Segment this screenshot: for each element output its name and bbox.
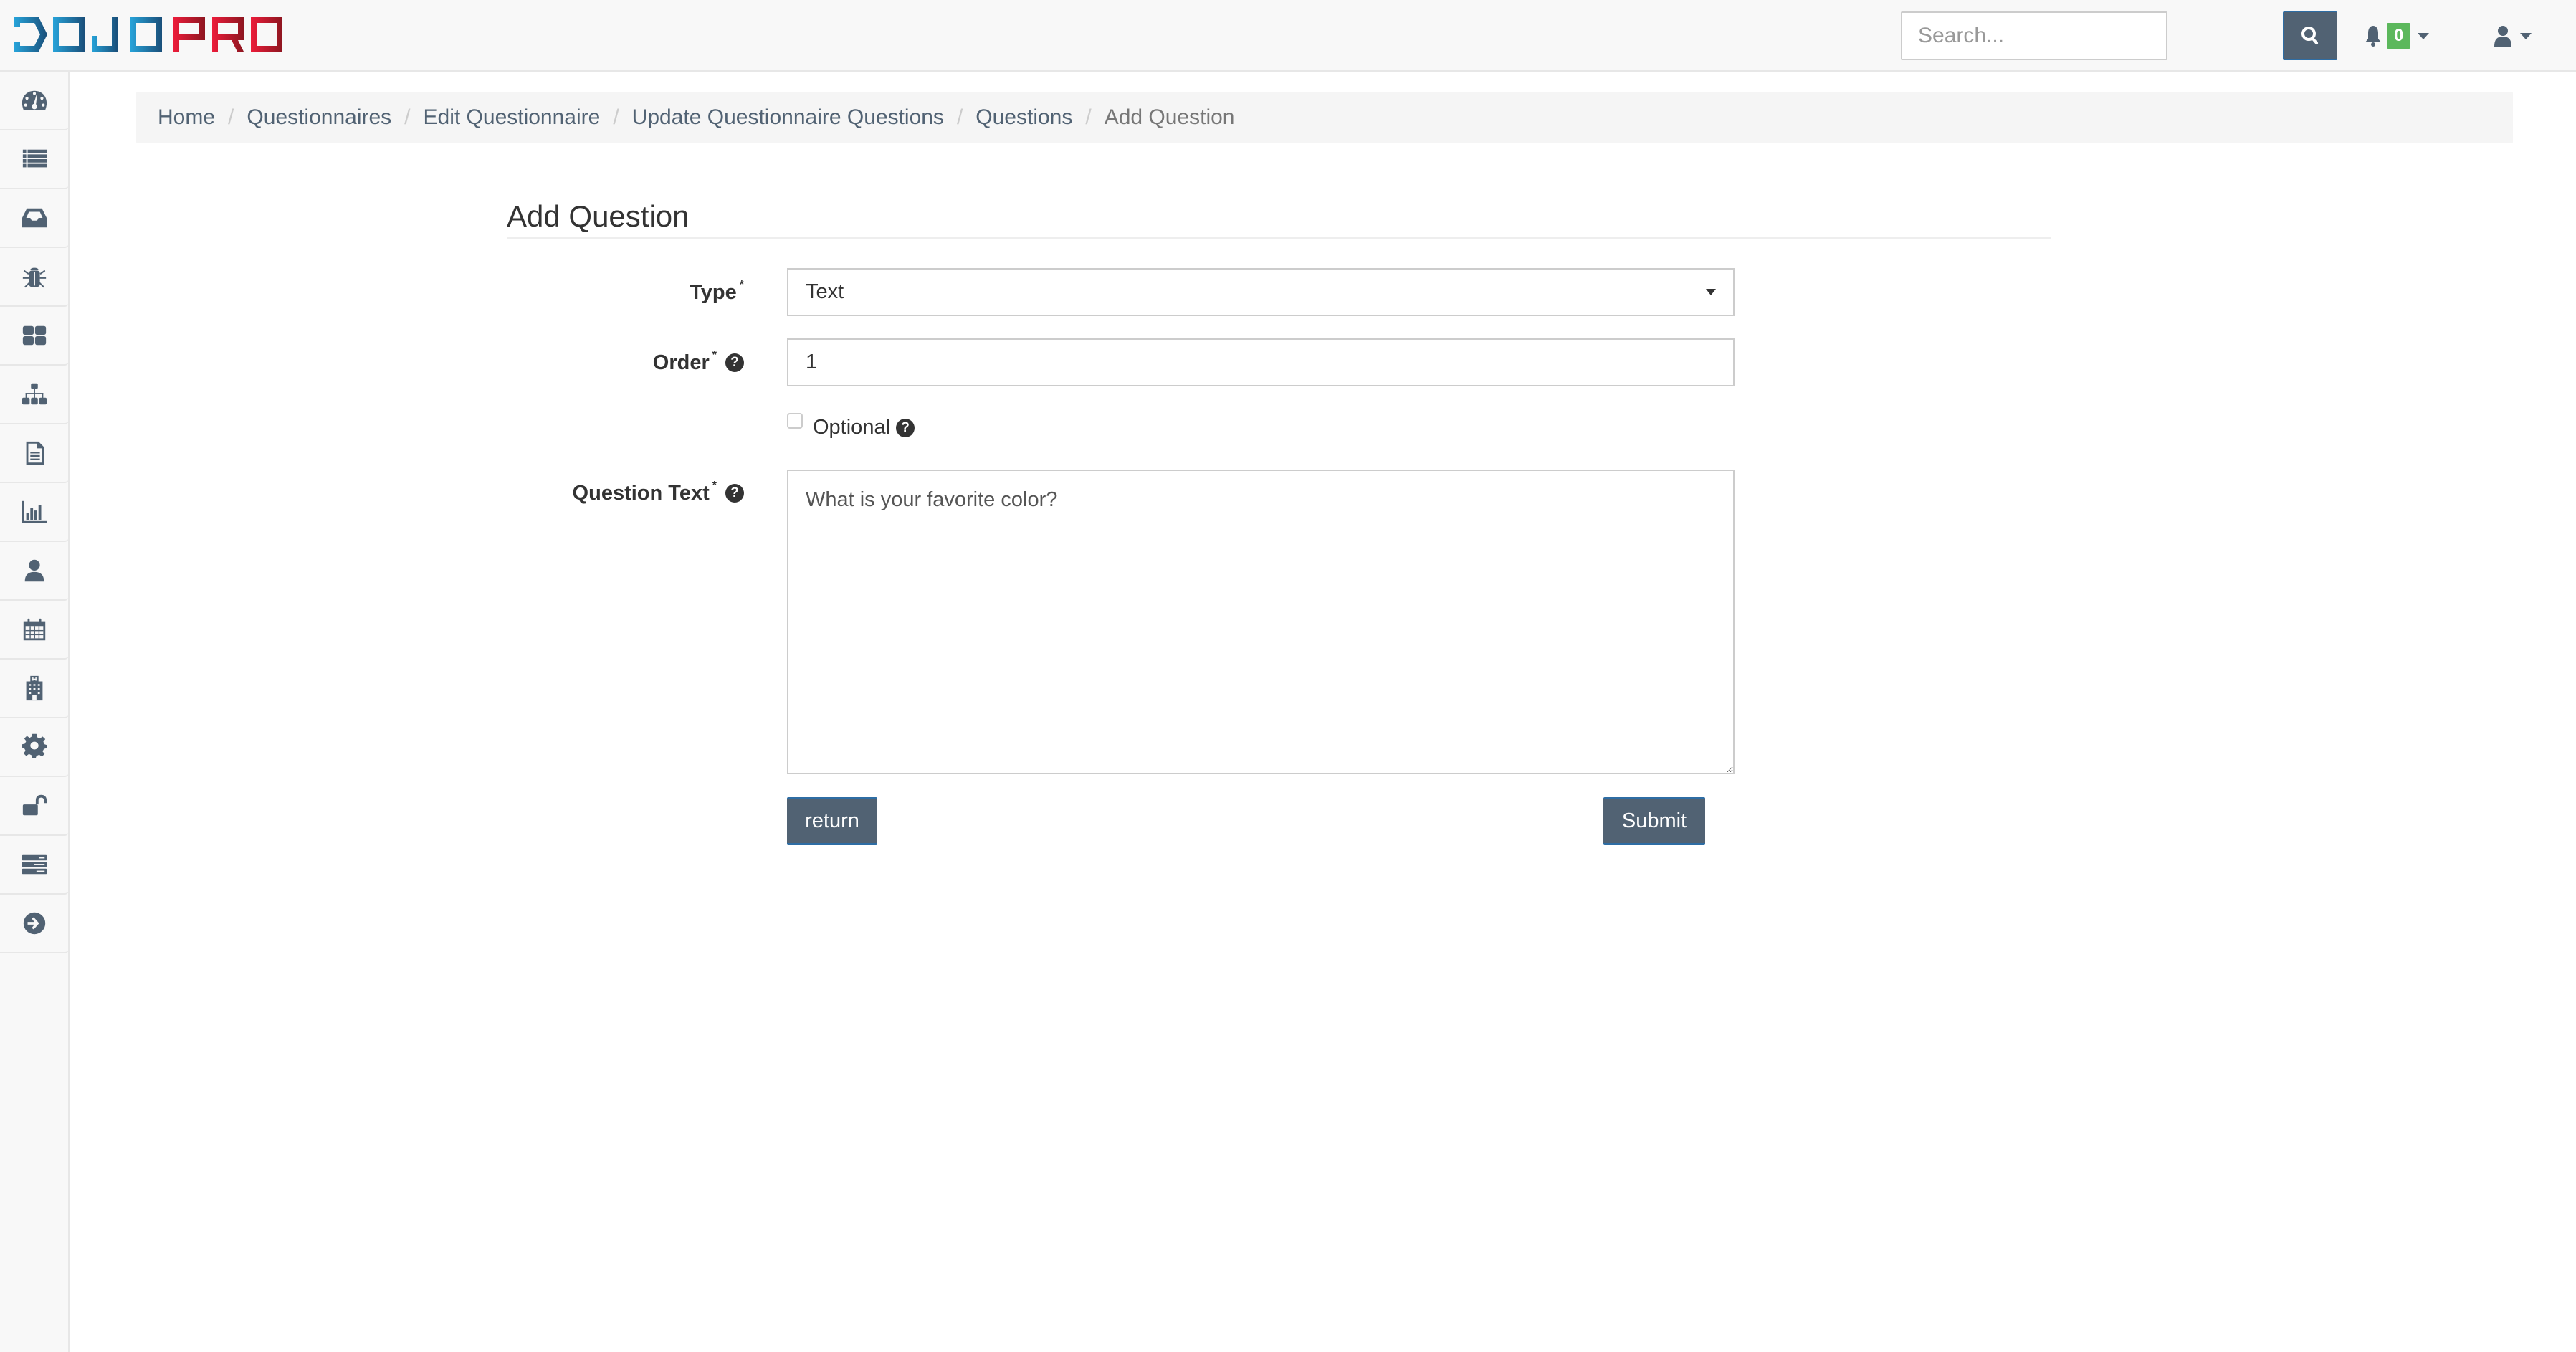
question-circle-icon[interactable]: ? — [896, 418, 915, 437]
sitemap-icon — [22, 383, 47, 405]
return-button[interactable]: return — [787, 797, 877, 845]
sidebar-item-users[interactable] — [0, 542, 69, 601]
calendar-icon — [23, 618, 46, 641]
optional-label[interactable]: Optional — [813, 416, 890, 439]
grid-icon — [22, 325, 47, 346]
user-icon — [24, 559, 44, 582]
unlock-icon — [22, 794, 47, 816]
page-title: Add Question — [507, 199, 690, 233]
submit-button[interactable]: Submit — [1603, 797, 1705, 845]
user-icon — [2494, 26, 2511, 47]
breadcrumb-separator: / — [613, 105, 619, 129]
inbox-icon — [22, 208, 47, 228]
dashboard-icon — [22, 90, 47, 110]
breadcrumb-questions[interactable]: Questions — [975, 105, 1072, 130]
search-button[interactable] — [2283, 11, 2337, 60]
breadcrumb-separator: / — [404, 105, 411, 129]
sidebar-item-dashboard[interactable] — [0, 72, 69, 130]
chevron-down-icon — [2418, 32, 2430, 39]
server-icon — [22, 854, 47, 875]
sidebar-item-list[interactable] — [0, 130, 69, 189]
sidebar — [0, 72, 70, 1352]
breadcrumb-separator: / — [1085, 105, 1092, 129]
question-text-textarea[interactable]: What is your favorite color? — [787, 470, 1735, 774]
file-text-icon — [26, 441, 44, 465]
type-select[interactable]: Text — [787, 268, 1735, 316]
optional-checkbox-row: Optional ? — [787, 412, 915, 439]
chevron-down-icon — [1706, 289, 1716, 295]
sidebar-item-metrics[interactable] — [0, 483, 69, 542]
search-input[interactable] — [1901, 11, 2167, 60]
sidebar-item-permissions[interactable] — [0, 777, 69, 836]
order-label: Order * ? — [502, 346, 744, 380]
breadcrumb-questionnaires[interactable]: Questionnaires — [247, 105, 391, 130]
sidebar-item-bugs[interactable] — [0, 248, 69, 307]
breadcrumb: Home / Questionnaires / Edit Questionnai… — [136, 92, 2513, 143]
breadcrumb-update-questionnaire-questions[interactable]: Update Questionnaire Questions — [632, 105, 944, 130]
hospital-icon — [26, 675, 43, 701]
gear-icon — [22, 733, 47, 758]
sidebar-item-inbox[interactable] — [0, 189, 69, 248]
sidebar-item-sitemap[interactable] — [0, 366, 69, 424]
title-divider — [507, 237, 2051, 239]
dojo-pro-logo[interactable] — [14, 17, 283, 52]
question-circle-icon[interactable]: ? — [725, 353, 744, 372]
breadcrumb-home[interactable]: Home — [158, 105, 215, 130]
sidebar-item-documents[interactable] — [0, 424, 69, 483]
bug-icon — [22, 267, 47, 288]
breadcrumb-separator: / — [956, 105, 963, 129]
breadcrumb-current-add-question: Add Question — [1104, 105, 1235, 129]
question-circle-icon[interactable]: ? — [725, 484, 744, 503]
chevron-down-icon — [2520, 32, 2532, 39]
type-label-text: Type — [690, 280, 737, 304]
sidebar-item-grid[interactable] — [0, 307, 69, 366]
question-text-label-text: Question Text — [572, 481, 710, 505]
required-mark: * — [712, 480, 717, 492]
question-text-label: Question Text * ? — [502, 476, 744, 510]
breadcrumb-separator: / — [228, 105, 234, 129]
type-label: Type * — [502, 275, 744, 310]
bar-chart-icon — [22, 500, 47, 523]
optional-checkbox[interactable] — [787, 412, 803, 429]
order-label-text: Order — [652, 351, 710, 374]
required-mark: * — [739, 279, 744, 291]
notifications-dropdown[interactable]: 0 — [2364, 20, 2430, 52]
notification-count-badge: 0 — [2387, 23, 2411, 49]
sidebar-item-calendar[interactable] — [0, 601, 69, 660]
required-mark: * — [712, 349, 717, 361]
sidebar-item-logout[interactable] — [0, 895, 69, 953]
sidebar-item-settings[interactable] — [0, 718, 69, 777]
arrow-circle-right-icon — [23, 912, 46, 935]
user-menu-dropdown[interactable] — [2494, 20, 2532, 52]
bell-icon — [2365, 26, 2381, 47]
breadcrumb-edit-questionnaire[interactable]: Edit Questionnaire — [424, 105, 601, 130]
sidebar-item-engagements[interactable] — [0, 660, 69, 718]
order-input[interactable] — [787, 338, 1735, 386]
list-icon — [22, 149, 47, 168]
type-select-value: Text — [806, 280, 844, 303]
top-navbar: 0 — [0, 0, 2576, 72]
search-icon — [2301, 27, 2318, 44]
sidebar-item-system[interactable] — [0, 836, 69, 895]
